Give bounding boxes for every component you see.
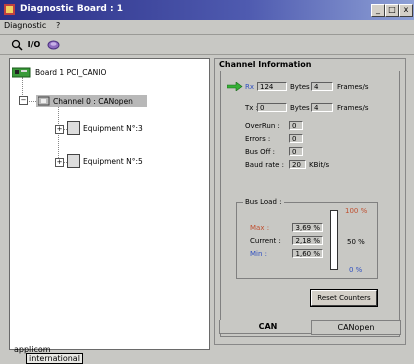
min-field: 1,60 % xyxy=(292,249,323,258)
rx-frames-field: 4 xyxy=(311,82,333,91)
errors-field: 0 xyxy=(289,134,303,143)
network-icon[interactable] xyxy=(46,38,60,51)
close-button[interactable]: x xyxy=(399,4,413,17)
expand-icon[interactable]: + xyxy=(55,125,64,134)
reset-counters-button[interactable]: Reset Counters xyxy=(311,290,377,306)
baud-label: Baud rate : xyxy=(245,161,284,169)
device-tree[interactable]: Board 1 PCI_CANIO − Channel 0 : CANopen … xyxy=(9,58,210,350)
tree-item-channel[interactable]: Channel 0 : CANopen xyxy=(36,95,147,107)
panel-title: Channel Information xyxy=(219,60,312,69)
logo-line2: international xyxy=(26,353,83,364)
rx-bytes-field: 124 xyxy=(257,82,287,91)
protocol-tabs: CAN CANopen xyxy=(214,320,404,335)
scale-bottom: 0 % xyxy=(349,266,363,274)
channel-information-panel: Channel Information Rx : 124 Bytes 4 Fra… xyxy=(214,58,406,345)
equipment-label: Equipment N°:3 xyxy=(83,123,143,133)
menu-diagnostic[interactable]: Diagnostic xyxy=(4,21,46,30)
channel-label: Channel 0 : CANopen xyxy=(53,96,133,106)
title-bar[interactable]: Diagnostic Board : 1 _ □ x xyxy=(0,0,414,20)
channel-selected: Channel 0 : CANopen xyxy=(36,95,147,107)
channel-info-frame: Rx : 124 Bytes 4 Frames/s Tx : 0 Bytes 4… xyxy=(220,71,400,337)
toolbar: I/O xyxy=(0,34,414,55)
overrun-label: OverRun : xyxy=(245,122,280,130)
current-field: 2,18 % xyxy=(292,236,323,245)
io-button[interactable]: I/O xyxy=(26,38,42,51)
tx-frames-field: 4 xyxy=(311,103,333,112)
tree-item-board[interactable]: Board 1 PCI_CANIO xyxy=(12,67,106,78)
board-icon xyxy=(12,67,31,78)
tab-canopen[interactable]: CANopen xyxy=(311,320,401,335)
tree-item-equipment-3[interactable]: Equipment N°:3 xyxy=(67,121,143,135)
bus-load-title: Bus Load : xyxy=(243,198,284,206)
channel-icon xyxy=(38,96,50,106)
min-label: Min : xyxy=(250,250,268,258)
expand-icon[interactable]: + xyxy=(55,158,64,167)
rx-bytes-unit: Bytes xyxy=(290,83,310,91)
tree-item-equipment-5[interactable]: Equipment N°:5 xyxy=(67,154,143,168)
menu-help[interactable]: ? xyxy=(56,21,60,30)
equipment-icon xyxy=(67,154,80,168)
search-icon[interactable] xyxy=(10,38,24,51)
load-bar xyxy=(330,210,338,270)
app-icon xyxy=(4,4,15,15)
tab-can[interactable]: CAN xyxy=(219,320,317,334)
busoff-label: Bus Off : xyxy=(245,148,276,156)
minimize-button[interactable]: _ xyxy=(371,4,385,17)
menu-bar: Diagnostic ? xyxy=(0,20,414,33)
bus-load-group: Bus Load : Max : 3,69 % Current : 2,18 %… xyxy=(236,198,378,279)
diagnostic-window: Diagnostic Board : 1 _ □ x Diagnostic ? … xyxy=(0,0,414,364)
equipment-icon xyxy=(67,121,80,135)
current-label: Current : xyxy=(250,237,281,245)
rx-frames-unit: Frames/s xyxy=(337,83,369,91)
baud-unit: KBit/s xyxy=(309,161,330,169)
errors-label: Errors : xyxy=(245,135,271,143)
overrun-field: 0 xyxy=(289,121,303,130)
scale-top: 100 % xyxy=(345,207,368,215)
tx-bytes-unit: Bytes xyxy=(290,104,310,112)
tx-bytes-field: 0 xyxy=(257,103,287,112)
arrow-right-icon xyxy=(227,82,243,91)
scale-mid: 50 % xyxy=(347,238,365,246)
max-label: Max : xyxy=(250,224,270,232)
maximize-button[interactable]: □ xyxy=(385,4,399,17)
equipment-label: Equipment N°:5 xyxy=(83,156,143,166)
baud-field: 20 xyxy=(289,160,306,169)
window-title: Diagnostic Board : 1 xyxy=(20,4,123,14)
tx-frames-unit: Frames/s xyxy=(337,104,369,112)
collapse-icon[interactable]: − xyxy=(19,96,28,105)
max-field: 3,69 % xyxy=(292,223,323,232)
busoff-field: 0 xyxy=(289,147,303,156)
board-label: Board 1 PCI_CANIO xyxy=(35,68,107,77)
applicom-logo: applicom international xyxy=(14,345,83,364)
